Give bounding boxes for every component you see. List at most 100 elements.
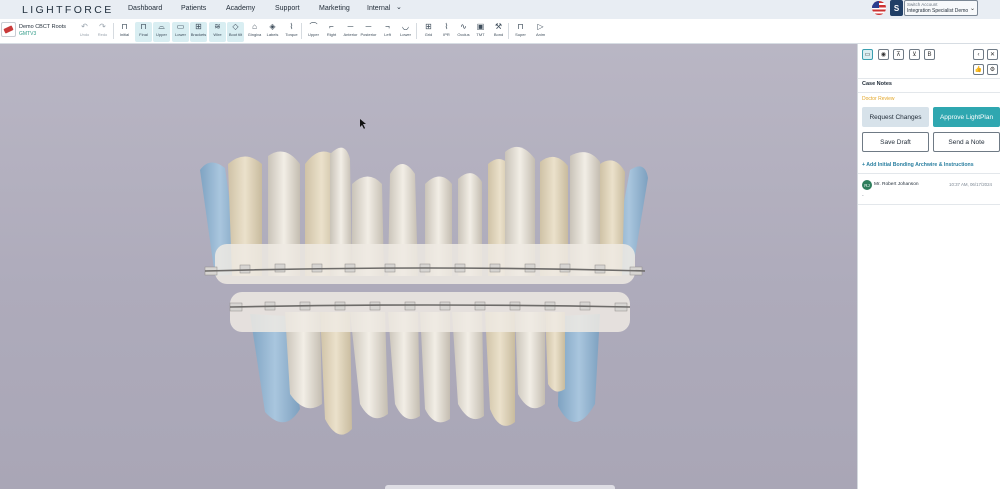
tool-redo-button[interactable]: ↷ Redo	[94, 22, 111, 42]
approve-lightplan-button[interactable]: Approve LightPlan	[933, 107, 1000, 127]
tool-tmt-button[interactable]: ▣ TMT	[472, 22, 489, 42]
case-notes-title: Case Notes	[862, 81, 892, 87]
tool-label: Bond	[493, 32, 504, 37]
switch-account-dropdown[interactable]: Switch Account Integration Specialist De…	[904, 0, 978, 16]
tool-label: Upper	[308, 32, 319, 37]
lower-crowns	[230, 292, 630, 332]
tool-initial-button[interactable]: ⊓ Initial	[116, 22, 133, 42]
tool-ipr-button[interactable]: ⌇ IPR	[438, 22, 455, 42]
tool-upper-button[interactable]: ⌒ Upper	[305, 22, 322, 42]
redo-icon: ↷	[99, 22, 106, 31]
panel-tooth-lower-button[interactable]: ⊻	[909, 49, 920, 60]
us-flag-icon[interactable]	[872, 1, 886, 15]
tool-label: Lower	[175, 32, 186, 37]
chevron-down-icon: ⌄	[969, 6, 975, 12]
tool-label: Redo	[97, 32, 108, 37]
dental-model[interactable]	[0, 44, 857, 489]
account-avatar[interactable]: S	[890, 0, 903, 16]
wire-icon: ≋	[214, 22, 221, 31]
mouse-cursor-icon	[360, 119, 366, 129]
nav-item-academy[interactable]: Academy	[226, 5, 255, 12]
nav-item-internal[interactable]: Internal	[367, 5, 390, 12]
tool-gingiva-button[interactable]: ⌂ Gingiva	[246, 22, 263, 42]
tool-label: Right	[326, 32, 337, 37]
tool-lower-button[interactable]: ◡ Lower	[397, 22, 414, 42]
tool-label: IPR	[443, 32, 450, 37]
tool-label: Undo	[79, 32, 90, 37]
divider	[858, 204, 1000, 205]
chevron-down-icon: ⌄	[396, 4, 402, 11]
final-icon: ⊓	[140, 22, 147, 31]
tool-undo-button[interactable]: ↶ Undo	[76, 22, 93, 42]
nav-item-marketing[interactable]: Marketing	[319, 5, 350, 12]
upper-icon: ⌓	[158, 22, 165, 31]
collapse-panel-icon[interactable]: ‹	[973, 49, 984, 60]
tool-label: Labels	[266, 32, 279, 37]
tool-lower-button[interactable]: ▭ Lower	[172, 22, 189, 42]
grid-icon: ⊞	[425, 22, 432, 31]
tool-grid-button[interactable]: ⊞ Grid	[420, 22, 437, 42]
tool-super-button[interactable]: ⊓ Super	[512, 22, 529, 42]
panel-tooth-upper-button[interactable]: ⊼	[893, 49, 904, 60]
panel-b-button[interactable]: B	[924, 49, 935, 60]
gear-icon[interactable]: ⚙	[987, 64, 998, 75]
viewer-toolbar: Demo CBCT Roots GMTV3 ↶ Undo ↷ Redo ⊓ Initial…	[0, 19, 1000, 44]
account-name: Integration Specialist Demo	[907, 8, 969, 14]
lightforce-logo[interactable]: LIGHTFORCE	[22, 4, 130, 16]
note-timestamp: 10:37 AM, 06/17/2024	[949, 182, 992, 187]
nav-item-support[interactable]: Support	[275, 5, 300, 12]
note-author: Mr. Robert Johanson	[874, 182, 919, 187]
thumbs-up-icon[interactable]: 👍	[973, 64, 984, 75]
nav-item-dashboard[interactable]: Dashboard	[128, 5, 162, 12]
tool-label: Anim	[535, 32, 546, 37]
boot-tilt-icon: ◇	[232, 22, 239, 31]
request-changes-button[interactable]: Request Changes	[862, 107, 929, 127]
tool-label: Lower	[400, 32, 411, 37]
tool-upper-button[interactable]: ⌓ Upper	[153, 22, 170, 42]
tool-anim-button[interactable]: ▷ Anim	[532, 22, 549, 42]
3d-viewport[interactable]	[0, 44, 857, 489]
toolbar-separator	[508, 23, 509, 39]
send-note-button[interactable]: Send a Note	[933, 132, 1000, 152]
tool-occlus-button[interactable]: ∿ Occlus	[455, 22, 472, 42]
tool-bond-button[interactable]: ⚒ Bond	[490, 22, 507, 42]
ipr-icon: ⌇	[444, 22, 449, 31]
tool-label: Posterior	[360, 32, 377, 37]
tool-label: Grid	[424, 32, 433, 37]
tool-torque-button[interactable]: ⌇ Torque	[283, 22, 300, 42]
tool-left-button[interactable]: ¬ Left	[379, 22, 396, 42]
close-icon[interactable]: ✕	[987, 49, 998, 60]
posterior-icon: ─	[365, 22, 372, 31]
tool-label: Boot tilt	[228, 32, 243, 37]
tool-final-button[interactable]: ⊓ Final	[135, 22, 152, 42]
tool-labels-button[interactable]: ◈ Labels	[264, 22, 281, 42]
upper-icon: ⌒	[309, 22, 318, 31]
nav-item-patients[interactable]: Patients	[181, 5, 206, 12]
toolbar-separator	[416, 23, 417, 39]
super-icon: ⊓	[517, 22, 524, 31]
save-draft-button[interactable]: Save Draft	[862, 132, 929, 152]
tool-posterior-button[interactable]: ─ Posterior	[360, 22, 377, 42]
panel-camera-button[interactable]: ◉	[878, 49, 889, 60]
case-name: Demo CBCT Roots	[19, 24, 66, 30]
torque-icon: ⌇	[289, 22, 294, 31]
tool-label: Occlus	[457, 32, 470, 37]
panel-view-button[interactable]: ▭	[862, 49, 873, 60]
divider	[858, 78, 1000, 79]
tool-label: Left	[384, 32, 391, 37]
tool-boot-tilt-button[interactable]: ◇ Boot tilt	[227, 22, 244, 42]
tool-label: Torque	[285, 32, 298, 37]
tool-wire-button[interactable]: ≋ Wire	[209, 22, 226, 42]
initial-icon: ⊓	[121, 22, 128, 31]
note-author-avatar: RJ	[862, 180, 872, 190]
tool-label: Brackets	[190, 32, 207, 37]
tool-right-button[interactable]: ⌐ Right	[323, 22, 340, 42]
tool-anterior-button[interactable]: ─ Anterior	[342, 22, 359, 42]
gingiva-icon: ⌂	[252, 22, 257, 31]
add-bonding-instructions-link[interactable]: + Add Initial Bonding Archwire & Instruc…	[862, 162, 974, 168]
case-id[interactable]: GMTV3	[19, 31, 36, 37]
status-badge: Doctor Review	[862, 96, 895, 102]
bottom-dock[interactable]	[385, 485, 615, 489]
tool-brackets-button[interactable]: ⊞ Brackets	[190, 22, 207, 42]
left-icon: ¬	[385, 22, 390, 31]
